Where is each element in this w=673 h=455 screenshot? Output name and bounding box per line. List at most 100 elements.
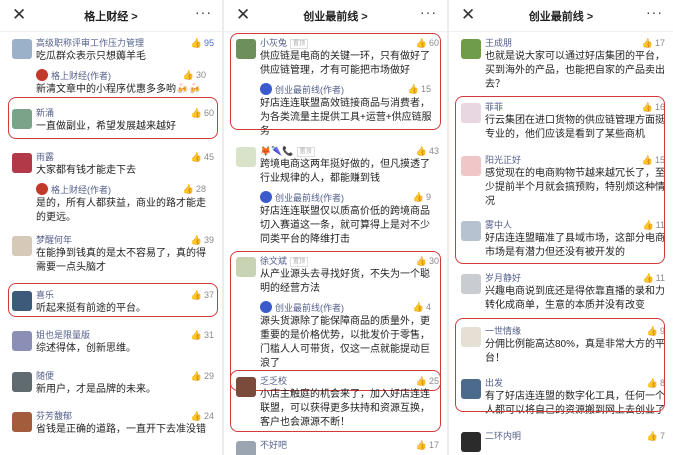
comment-text: 综述得体，创新思维。 [36,343,136,354]
highlight-box [8,283,218,317]
avatar[interactable] [12,372,32,392]
avatar[interactable] [236,441,256,455]
highlight-box [8,97,218,139]
thumb-up-icon: 👍 [190,371,202,381]
nav-bar: ✕ 格上财经 > ··· [0,0,222,32]
comment-username[interactable]: 雨露 [36,151,214,163]
highlight-box [230,370,441,432]
thumb-up-icon: 👍 [646,431,658,441]
comment-item[interactable]: 芬芳馥郁 👍 24 省钱是正确的道路，一直开下去准没错 [0,410,222,437]
avatar[interactable] [12,331,32,351]
thumb-up-icon: 👍 [412,192,424,202]
comment-text: 吃瓜群众表示只想薅羊毛 [36,51,146,62]
like-count[interactable]: 👍 31 [191,329,214,341]
thumb-up-icon: 👍 [642,273,654,283]
like-count[interactable]: 👍 29 [191,370,214,382]
comments-screen-2: ✕ 创业最前线 > ··· 小灰兔 置顶 👍 60 供应链是电商的关键一环，只有做好… [224,0,447,455]
screenshot-collage: ✕ 格上财经 > ··· 高级职称评审工作压力管理 👍 95 吃瓜群众表示只想薅羊… [0,0,673,455]
like-count[interactable]: 👍 30 [183,69,206,81]
comments-screen-1: ✕ 格上财经 > ··· 高级职称评审工作压力管理 👍 95 吃瓜群众表示只想薅羊… [0,0,222,455]
thumb-up-icon: 👍 [190,38,202,48]
pinned-badge: 置顶 [296,147,315,157]
comment-text: 在能挣到钱真的是太不容易了，真的得需要一点头脑才 [36,248,206,273]
thumb-up-icon: 👍 [190,235,202,245]
comment-item[interactable]: 梦醒何年 👍 39 在能挣到钱真的是太不容易了，真的得需要一点头脑才 [0,234,222,275]
highlight-box [455,96,665,264]
like-count[interactable]: 👍 17 [642,37,665,49]
like-count[interactable]: 👍 9 [413,191,431,203]
comment-username[interactable]: 二环内明 [485,430,665,442]
comment-username[interactable]: 高级职称评审工作压力管理 [36,37,214,49]
comments-screen-3: ✕ 创业最前线 > ··· 王成朋 👍 17 也就是说大家可以通过好店集团的平台，… [449,0,673,455]
author-reply: 格上财经(作者) 👍 28 是的，所有人都获益，商业的路才能走的更远。 [36,183,214,225]
comment-username[interactable]: 🦊🌂📞 [260,146,294,156]
highlight-box [455,318,665,412]
author-reply: 格上财经(作者) 👍 30 新清文章中的小程序优惠多多哟🍻🍻 [36,69,214,97]
like-count[interactable]: 👍 17 [416,439,439,451]
like-count[interactable]: 👍 11 [642,272,665,284]
comment-username[interactable]: 姐也是限量版 [36,329,214,341]
comment-text: 新用户，才是品牌的未来。 [36,384,156,395]
nav-title[interactable]: 创业最前线 > [449,8,673,24]
thumb-up-icon: 👍 [190,330,202,340]
comment-item[interactable]: 岁月静好 👍 11 兴趣电商说到底还是得依靠直播的录和力转化成商单，生意的本质并没… [449,272,673,313]
reply-text: 好店连连联盟仅以质高价低的跨境商品切入赛道这一条，就可算得上是对不少同类平台的降… [260,206,430,245]
like-count[interactable]: 👍 7 [647,430,665,442]
avatar[interactable] [12,153,32,173]
thumb-up-icon: 👍 [190,411,202,421]
comment-username[interactable]: 王成朋 [485,37,665,49]
comment-item[interactable]: 不好吧 👍 17 [224,439,447,455]
like-count[interactable]: 👍 95 [191,37,214,49]
like-count[interactable]: 👍 39 [191,234,214,246]
like-count[interactable]: 👍 45 [191,151,214,163]
avatar[interactable] [12,39,32,59]
comment-text: 省钱是正确的道路，一直开下去准没错 [36,424,206,435]
comment-username[interactable]: 随便 [36,370,214,382]
like-count[interactable]: 👍 43 [416,145,439,157]
reply-username[interactable]: 格上财经(作者) [51,71,111,81]
comment-item[interactable]: 二环内明 👍 7 [449,430,673,452]
reply-text: 是的，所有人都获益，商业的路才能走的更远。 [36,198,206,223]
comment-username[interactable]: 岁月静好 [485,272,665,284]
avatar[interactable] [12,236,32,256]
like-count[interactable]: 👍 24 [191,410,214,422]
avatar[interactable] [461,432,481,452]
nav-title[interactable]: 格上财经 > [0,8,222,24]
more-icon[interactable]: ··· [646,4,663,20]
thumb-up-icon: 👍 [190,152,202,162]
like-count[interactable]: 👍 28 [183,183,206,195]
avatar[interactable] [236,147,256,167]
comment-item[interactable]: 王成朋 👍 17 也就是说大家可以通过好店集团的平台，买到海外的产品，也能把自家的… [449,37,673,92]
author-avatar [36,183,48,195]
author-avatar [260,191,272,203]
comment-feed: 王成朋 👍 17 也就是说大家可以通过好店集团的平台，买到海外的产品，也能把自家的… [449,33,673,455]
avatar[interactable] [12,412,32,432]
comment-username[interactable]: 芬芳馥郁 [36,410,214,422]
thumb-up-icon: 👍 [182,184,194,194]
comment-username[interactable]: 不好吧 [260,439,439,451]
nav-title[interactable]: 创业最前线 > [224,8,447,24]
author-avatar [36,69,48,81]
comment-item[interactable]: 雨露 👍 45 大家都有钱才能走下去 格上财经(作者) 👍 28 是的，所有人都获益… [0,151,222,225]
comment-text: 也就是说大家可以通过好店集团的平台，买到海外的产品，也能把自家的产品卖出去？ [485,51,665,90]
reply-username[interactable]: 格上财经(作者) [51,185,111,195]
author-reply: 创业最前线(作者) 👍 9 好店连连联盟仅以质高价低的跨境商品切入赛道这一条，就可… [260,191,439,247]
highlight-box [230,33,441,130]
reply-username[interactable]: 创业最前线(作者) [275,193,344,203]
comment-item[interactable]: 高级职称评审工作压力管理 👍 95 吃瓜群众表示只想薅羊毛 格上财经(作者) 👍 3… [0,37,222,97]
comment-item[interactable]: 随便 👍 29 新用户，才是品牌的未来。 [0,370,222,397]
comment-item[interactable]: 🦊🌂📞 置顶 👍 43 跨境电商这两年挺好做的，但凡摸透了行业规律的人，都能赚到钱 … [224,145,447,247]
avatar[interactable] [461,274,481,294]
comment-text: 兴趣电商说到底还是得依靠直播的录和力转化成商单，生意的本质并没有改变 [485,286,665,311]
more-icon[interactable]: ··· [420,4,437,20]
thumb-up-icon: 👍 [415,440,427,450]
nav-bar: ✕ 创业最前线 > ··· [224,0,447,32]
thumb-up-icon: 👍 [641,38,653,48]
reply-text: 新清文章中的小程序优惠多多哟🍻🍻 [36,84,201,95]
comment-feed: 高级职称评审工作压力管理 👍 95 吃瓜群众表示只想薅羊毛 格上财经(作者) 👍 3… [0,33,222,455]
comment-text: 跨境电商这两年挺好做的，但凡摸透了行业规律的人，都能赚到钱 [260,159,430,184]
more-icon[interactable]: ··· [195,4,212,20]
avatar[interactable] [461,39,481,59]
comment-item[interactable]: 姐也是限量版 👍 31 综述得体，创新思维。 [0,329,222,356]
comment-username[interactable]: 梦醒何年 [36,234,214,246]
